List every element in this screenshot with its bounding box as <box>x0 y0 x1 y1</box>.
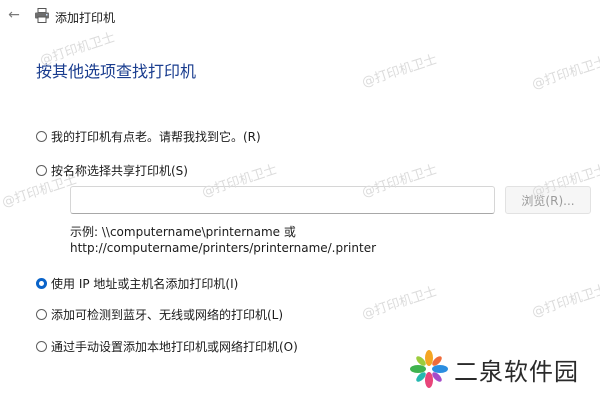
radio-ip-hostname[interactable] <box>36 278 47 289</box>
brand-text: 二泉软件园 <box>454 357 579 386</box>
brand-logo: 二泉软件园 <box>410 350 579 388</box>
option-ip-hostname[interactable]: 使用 IP 地址或主机名添加打印机(I) <box>36 275 238 292</box>
watermark: @打印机卫士 <box>360 52 440 91</box>
radio-shared-by-name[interactable] <box>36 165 47 176</box>
pinwheel-logo-icon <box>410 350 448 388</box>
printer-name-input[interactable] <box>70 186 495 214</box>
radio-old-printer[interactable] <box>36 131 47 142</box>
watermark: @打印机卫士 <box>530 54 600 93</box>
window-title: 添加打印机 <box>55 11 116 25</box>
option-old-printer[interactable]: 我的打印机有点老。请帮我找到它。(R) <box>36 128 261 145</box>
option-ip-hostname-label: 使用 IP 地址或主机名添加打印机(I) <box>51 277 239 291</box>
title-bar: ← 添加打印机 <box>0 0 600 32</box>
watermark: @打印机卫士 <box>530 282 600 321</box>
back-arrow-icon[interactable]: ← <box>6 7 22 23</box>
radio-bluetooth-wireless[interactable] <box>36 309 47 320</box>
radio-manual-settings[interactable] <box>36 341 47 352</box>
option-bluetooth-wireless[interactable]: 添加可检测到蓝牙、无线或网络的打印机(L) <box>36 306 283 323</box>
example-line-2: http://computername/printers/printername… <box>70 241 377 255</box>
option-manual-settings-label: 通过手动设置添加本地打印机或网络打印机(O) <box>51 340 298 354</box>
option-manual-settings[interactable]: 通过手动设置添加本地打印机或网络打印机(O) <box>36 338 298 355</box>
example-line-1: 示例: \\computername\printername 或 <box>70 225 296 239</box>
option-old-printer-label: 我的打印机有点老。请帮我找到它。(R) <box>51 130 261 144</box>
printer-icon <box>35 8 49 23</box>
watermark: @打印机卫士 <box>360 284 440 323</box>
option-bluetooth-wireless-label: 添加可检测到蓝牙、无线或网络的打印机(L) <box>51 308 284 322</box>
